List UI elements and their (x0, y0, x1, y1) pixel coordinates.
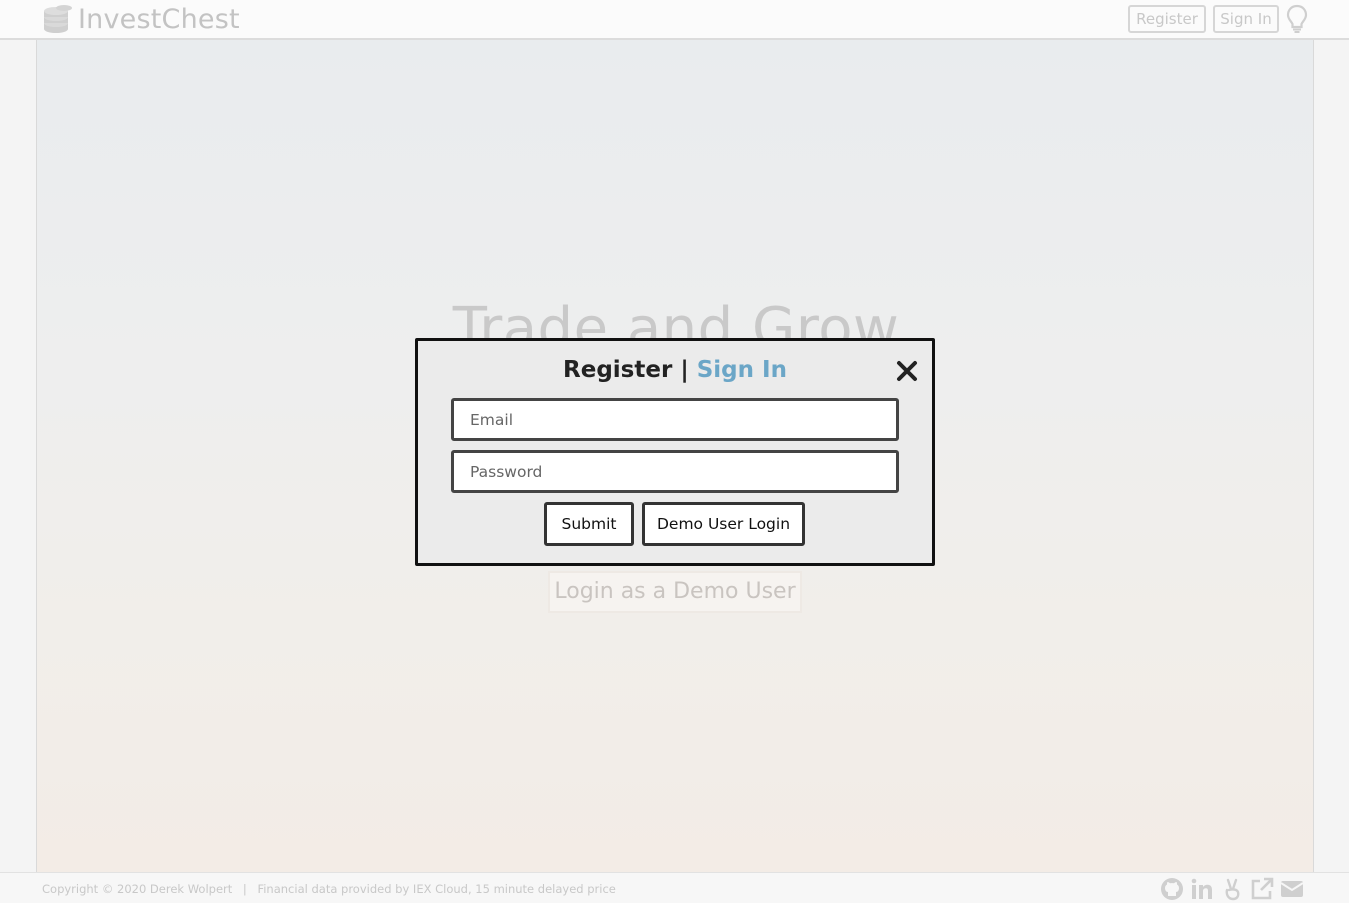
lightbulb-icon[interactable] (1286, 4, 1308, 34)
logo[interactable]: InvestChest (42, 2, 240, 36)
password-field[interactable] (451, 450, 899, 493)
github-icon[interactable] (1160, 877, 1184, 901)
mail-icon[interactable] (1280, 877, 1304, 901)
hero-demo-login-button[interactable]: Login as a Demo User (548, 571, 802, 613)
angellist-icon[interactable] (1220, 877, 1244, 901)
top-nav-bar: InvestChest Register Sign In (0, 0, 1349, 40)
sign-in-button[interactable]: Sign In (1213, 5, 1279, 33)
social-links (1160, 877, 1304, 901)
external-link-icon[interactable] (1250, 877, 1274, 901)
submit-button[interactable]: Submit (544, 502, 634, 546)
footer-separator: | (242, 882, 247, 896)
coins-icon (44, 5, 72, 33)
linkedin-icon[interactable] (1190, 877, 1214, 901)
copyright-text: Copyright © 2020 Derek Wolpert (42, 882, 233, 896)
register-button[interactable]: Register (1128, 5, 1206, 33)
modal-title-separator: | (672, 357, 697, 383)
modal-tab-register[interactable]: Register (563, 357, 672, 383)
footer-text: Copyright © 2020 Derek Wolpert | Financi… (42, 882, 616, 896)
demo-user-login-button[interactable]: Demo User Login (642, 502, 805, 546)
footer: Copyright © 2020 Derek Wolpert | Financi… (0, 872, 1349, 903)
data-credit-text: Financial data provided by IEX Cloud, 15… (257, 882, 616, 896)
logo-text: InvestChest (78, 3, 240, 35)
close-icon[interactable] (896, 360, 918, 382)
email-field[interactable] (451, 398, 899, 441)
modal-tab-sign-in[interactable]: Sign In (697, 357, 787, 383)
auth-modal: Register | Sign In Submit Demo User Logi… (415, 338, 935, 566)
modal-title: Register | Sign In (418, 357, 932, 383)
